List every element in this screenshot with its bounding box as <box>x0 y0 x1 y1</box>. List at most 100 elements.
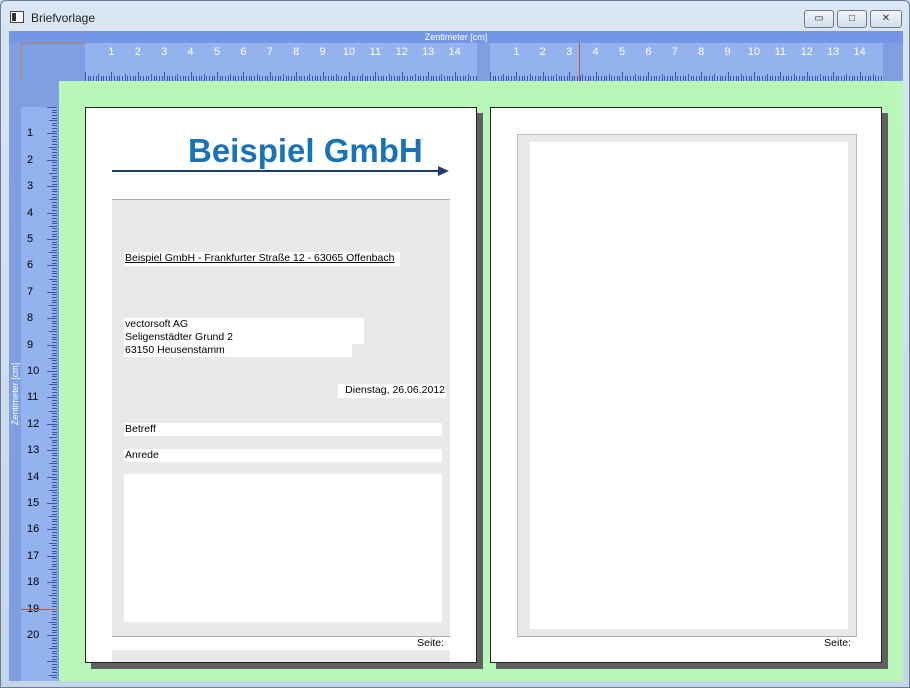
ruler-tick <box>52 605 57 607</box>
ruler-tick <box>49 542 57 544</box>
ruler-label: 14 <box>853 46 866 58</box>
ruler-tick <box>52 518 57 520</box>
salutation-field[interactable]: Anrede <box>124 449 442 462</box>
ruler-tick <box>49 648 57 650</box>
ruler-tick <box>388 74 390 81</box>
close-button[interactable]: ✕ <box>870 10 902 28</box>
ruler-tick <box>52 294 57 296</box>
ruler-tick <box>98 74 100 81</box>
ruler-tick <box>52 167 57 169</box>
ruler-tick <box>49 569 57 570</box>
subject-field[interactable]: Betreff <box>124 423 442 436</box>
ruler-tick <box>47 503 57 504</box>
ruler-tick <box>52 112 57 114</box>
ruler-label: 2 <box>27 153 34 166</box>
ruler-tick <box>52 315 57 317</box>
ruler-tick <box>49 331 57 333</box>
minimize-button[interactable]: ▭ <box>804 10 834 28</box>
ruler-tick <box>52 136 57 138</box>
top-ruler-page1[interactable]: 1 2 3 4 5 6 7 8 9 10 11 12 13 14 <box>85 43 477 81</box>
ruler-tick <box>47 529 57 531</box>
ruler-tick <box>754 72 755 81</box>
ruler-tick <box>52 492 57 494</box>
layout-canvas[interactable]: Beispiel GmbH Beispiel GmbH - Frankfurte… <box>59 81 903 681</box>
ruler-tick <box>52 352 57 354</box>
ruler-tick <box>806 72 808 81</box>
ruler-tick <box>52 513 57 515</box>
body-text-area[interactable] <box>124 474 442 622</box>
ruler-tick <box>52 658 57 660</box>
ruler-tick <box>52 373 57 375</box>
ruler-tick <box>47 133 57 135</box>
recipient-line-2[interactable]: Seligenstädter Grund 2 <box>124 331 364 344</box>
ruler-tick <box>49 674 57 676</box>
ruler-tick <box>52 495 57 497</box>
date-field[interactable]: Dienstag, 26.06.2012 <box>338 384 446 398</box>
ruler-tick <box>47 476 57 478</box>
ruler-tick <box>52 561 57 563</box>
ruler-tick <box>820 74 821 81</box>
ruler-tick <box>52 244 57 246</box>
ruler-tick <box>52 165 57 167</box>
ruler-tick <box>52 257 57 259</box>
ruler-tick <box>542 72 544 81</box>
ruler-label: 14 <box>27 470 40 483</box>
ruler-tick <box>269 72 271 81</box>
page-2-number-field[interactable]: Seite: <box>517 637 857 650</box>
ruler-tick <box>688 74 689 81</box>
ruler-tick <box>52 378 57 380</box>
ruler-tick <box>52 273 57 275</box>
ruler-tick <box>49 225 57 227</box>
ruler-tick <box>52 426 57 428</box>
ruler-tick <box>52 334 57 336</box>
page-number-field[interactable]: Seite: <box>112 637 450 650</box>
ruler-tick <box>335 74 337 81</box>
ruler-tick <box>85 72 86 81</box>
title-bar[interactable]: Briefvorlage ▭ □ ✕ <box>1 1 909 31</box>
ruler-tick <box>52 220 57 222</box>
ruler-label: 9 <box>319 46 326 58</box>
ruler-tick <box>52 640 57 642</box>
recipient-line-3[interactable]: 63150 Heusenstamm <box>124 344 352 357</box>
left-ruler[interactable]: 1 2 3 4 5 6 7 8 9 10 11 12 13 14 15 16 17 18 19 20 <box>21 107 57 681</box>
ruler-tick <box>52 405 57 407</box>
ruler-tick <box>52 650 57 652</box>
ruler-tick <box>52 114 57 116</box>
ruler-tick <box>47 661 57 663</box>
maximize-button[interactable]: □ <box>837 10 867 28</box>
ruler-tick <box>52 360 57 362</box>
top-ruler-page2[interactable]: 1 2 3 4 5 6 7 8 9 10 11 12 13 14 <box>490 43 883 81</box>
ruler-tick <box>52 157 57 159</box>
ruler-tick <box>47 397 57 399</box>
ruler-tick <box>52 466 57 468</box>
recipient-line-1[interactable]: vectorsoft AG <box>124 318 364 331</box>
ruler-label: 11 <box>774 46 787 58</box>
ruler-tick <box>52 117 57 119</box>
ruler-tick <box>52 109 57 111</box>
ruler-tick <box>52 141 57 143</box>
ruler-tick <box>47 371 57 372</box>
ruler-tick <box>52 455 57 457</box>
ruler-tick <box>52 566 57 568</box>
designer-area: Zentimeter [cm] 1 2 3 4 5 6 7 8 9 10 11 12 13 14 1234… <box>9 31 903 681</box>
ruler-tick <box>52 471 57 473</box>
ruler-label: 12 <box>27 417 40 430</box>
ruler-tick <box>415 74 416 81</box>
ruler-tick <box>727 72 729 81</box>
ruler-tick <box>833 72 835 81</box>
ruler-tick <box>52 624 57 626</box>
page-2[interactable]: Seite: <box>490 107 882 663</box>
page-2-body-area[interactable] <box>530 142 848 629</box>
page-1[interactable]: Beispiel GmbH Beispiel GmbH - Frankfurte… <box>85 107 477 663</box>
ruler-tick <box>52 207 57 209</box>
ruler-tick <box>52 381 57 383</box>
ruler-tick <box>49 410 57 412</box>
ruler-tick <box>52 270 57 272</box>
ruler-tick <box>52 392 57 394</box>
ruler-tick <box>52 143 57 145</box>
header-area[interactable]: Beispiel GmbH <box>112 108 450 199</box>
ruler-tick <box>556 74 557 81</box>
sender-line-field[interactable]: Beispiel GmbH - Frankfurter Straße 12 - … <box>124 252 400 266</box>
ruler-tick <box>124 74 126 81</box>
ruler-tick <box>52 574 57 576</box>
